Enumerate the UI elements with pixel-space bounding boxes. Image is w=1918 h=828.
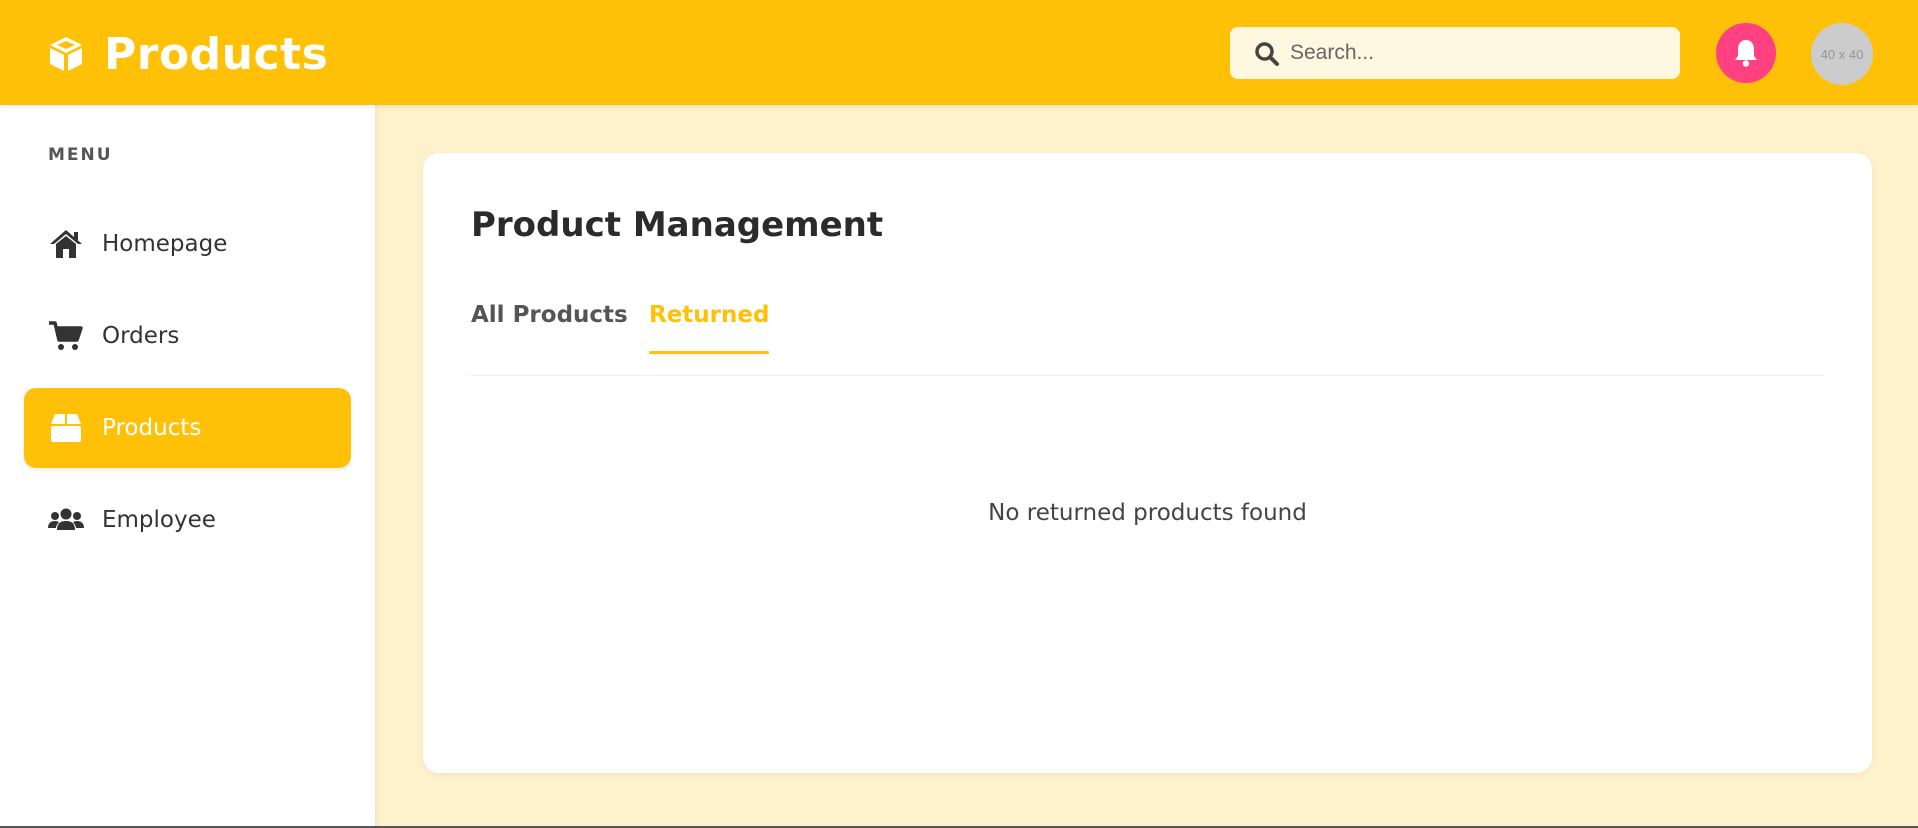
sidebar: MENU Homepage Orders Products Employee [0,105,375,828]
top-header: Products 40 x 40 [0,0,1918,105]
search-icon [1255,42,1279,66]
cart-icon [49,321,83,350]
tab-label: All Products [471,302,628,328]
app-title: Products [104,28,329,80]
sidebar-item-orders[interactable]: Orders [24,296,351,376]
tab-label: Returned [649,302,770,328]
brand: Products [46,26,328,82]
avatar-placeholder-text: 40 x 40 [1820,46,1864,62]
product-management-card: Product Management All Products Returned… [423,153,1872,773]
page-title: Product Management [471,205,884,245]
sidebar-item-label: Products [102,415,202,441]
cube-icon [50,37,82,71]
tab-returned[interactable]: Returned [649,302,770,354]
sidebar-item-homepage[interactable]: Homepage [24,204,351,284]
sidebar-item-employee[interactable]: Employee [24,480,351,560]
bell-icon [1735,40,1757,67]
search-input[interactable] [1290,27,1670,79]
tab-all-products[interactable]: All Products [471,302,628,354]
menu-heading: MENU [48,145,113,165]
search-box[interactable] [1230,27,1680,79]
sidebar-item-label: Orders [102,323,180,349]
sidebar-item-label: Employee [102,507,216,533]
avatar[interactable]: 40 x 40 [1811,23,1873,85]
users-icon [48,508,84,530]
home-icon [50,230,82,258]
sidebar-item-label: Homepage [102,231,228,257]
notification-button[interactable] [1716,23,1776,83]
tabs-divider [471,375,1824,376]
empty-state-message: No returned products found [988,500,1307,526]
sidebar-item-products[interactable]: Products [24,388,351,468]
box-icon [51,414,81,442]
